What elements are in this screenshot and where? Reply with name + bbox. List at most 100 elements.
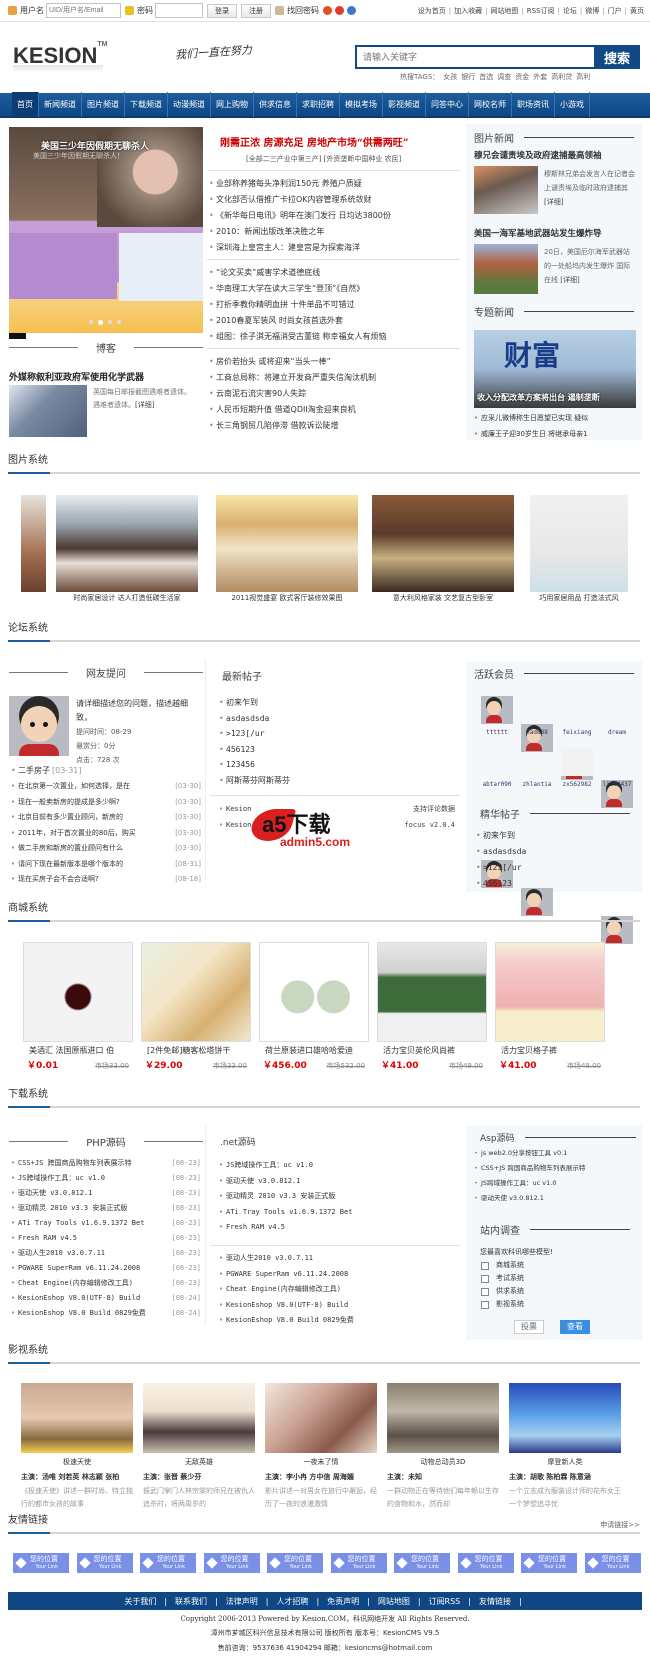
apply-link[interactable]: 申请链接>> (600, 1520, 640, 1530)
footer-link[interactable]: 订阅RSS (429, 1596, 461, 1607)
hot-tag[interactable]: 高利 (576, 72, 590, 82)
picture-caption[interactable]: 时尚家居设计 达人打造低碳生活家 (56, 593, 198, 603)
list-item[interactable]: 房价若抬头 或将迎来“当头一棒” (207, 354, 457, 370)
friend-link[interactable]: 您的位置 Your Link (267, 1553, 323, 1573)
slider-dot-active[interactable] (98, 320, 103, 325)
list-item[interactable]: 123456 (217, 757, 457, 773)
list-item-title[interactable]: 做二手房和新房的置业顾问有什么 (18, 844, 123, 852)
list-item-title[interactable]: 人民币短期升值 借道QDII淘金迎来良机 (216, 405, 356, 414)
friend-link[interactable]: 您的位置 Your Link (457, 1553, 514, 1573)
list-item-title[interactable]: Cheat Engine(内存编辑修改工具) (226, 1285, 341, 1293)
list-item[interactable]: 人民币短期升值 借道QDII淘金迎来良机 (207, 402, 457, 418)
list-item-title[interactable]: Kesion (226, 805, 251, 813)
list-item-title[interactable]: 驱动天使 v3.0.812.1 (226, 1177, 300, 1185)
list-item[interactable]: Cheat Engine(内存编辑修改工具) (217, 1282, 457, 1298)
shield-icon[interactable] (347, 6, 356, 15)
list-item-title[interactable]: 组图：徐子淇无福消受古董链 称幸福女人有烦恼 (216, 332, 387, 341)
product-image[interactable] (141, 942, 251, 1042)
nav-item[interactable]: 职场资讯 (512, 92, 555, 117)
hot-tag[interactable]: 调查 (497, 72, 511, 82)
list-item-title[interactable]: Cheat Engine(内存编辑修改工具) (18, 1279, 133, 1287)
member-name[interactable]: zhlantia (516, 781, 558, 788)
list-item[interactable]: 《新华每日电讯》明年在澳门发行 日均达3800份 (207, 208, 457, 224)
list-item[interactable]: KesionEshop V8.0(UTF-8) Build (217, 1298, 457, 1314)
survey-option[interactable]: 考试系统 (481, 1272, 524, 1285)
list-item[interactable]: asdasdsda (217, 711, 457, 727)
friend-link[interactable]: 您的位置 Your Link (76, 1553, 133, 1573)
list-item[interactable]: 华南理工大学在读大三学生“登顶”《自然》 (207, 281, 457, 297)
list-item-title[interactable]: >123[/ur (226, 729, 265, 738)
list-item-title[interactable]: 阿斯蒂芬阿斯蒂芬 (226, 776, 290, 785)
list-item[interactable]: 驱动天使 v3.0.812.1 (217, 1174, 457, 1190)
member-name[interactable]: tttttt (476, 729, 518, 736)
photo-news-image-1[interactable] (474, 166, 538, 214)
picture-thumb[interactable] (216, 495, 358, 592)
list-item-title[interactable]: 长三角钢贸几陷停滞 借款诉讼陡增 (216, 421, 339, 430)
list-item-title[interactable]: 华南理工大学在读大三学生“登顶”《自然》 (216, 284, 364, 293)
list-item-title[interactable]: 驱动精灵 2010 v3.3 安装正式版 (18, 1204, 127, 1212)
register-button[interactable]: 注册 (241, 3, 271, 18)
movie-poster[interactable] (509, 1383, 621, 1453)
picture-caption[interactable]: 2011视觉盛宴 欧式客厅装修效果图 (216, 593, 358, 603)
list-item[interactable]: 驱动精灵 2010 v3.3 安装正式版 (217, 1189, 457, 1205)
picture-caption[interactable]: 意大利风格家装 文艺复古型卧室 (372, 593, 514, 603)
list-item[interactable]: 长三角钢贸几陷停滞 借款诉讼陡增 (207, 418, 457, 434)
qq-icon[interactable] (323, 6, 332, 15)
member-avatar[interactable] (561, 748, 593, 776)
nav-item[interactable]: 供求信息 (254, 92, 297, 117)
photo-news-title-2[interactable]: 美国一海军基地武器站发生爆炸导 (474, 227, 602, 239)
list-item-title[interactable]: Fresh RAM v4.5 (226, 1223, 285, 1231)
list-item-title[interactable]: 456123 (483, 879, 512, 888)
list-item-title[interactable]: 《新华每日电讯》明年在澳门发行 日均达3800份 (216, 211, 391, 220)
list-item[interactable]: PGWARE SuperRam v6.11.24.2008 (217, 1267, 457, 1283)
list-item[interactable]: 初来乍到 (217, 695, 457, 711)
hot-tag[interactable]: 外套 (533, 72, 547, 82)
list-item[interactable]: js web2.0分享按钮工具 v0.1 (472, 1146, 637, 1161)
list-item[interactable]: 初来乍到 (474, 828, 634, 844)
nav-item[interactable]: 网上购物 (211, 92, 254, 117)
list-item[interactable]: 驱动天使 v3.0.812.1 (472, 1191, 637, 1206)
movie-poster[interactable] (21, 1383, 133, 1453)
movie-poster[interactable] (143, 1383, 255, 1453)
top-link[interactable]: 黄页 (630, 6, 644, 16)
list-item[interactable]: 云南泥石流灾害90人失踪 (207, 386, 457, 402)
top-headline-sub[interactable]: [全部二三产业中第三产] [外资垄断中国种业 农民] (246, 154, 401, 164)
photo-news-more-1[interactable]: [详细] (544, 198, 563, 206)
footer-link[interactable]: 免责声明 (327, 1596, 359, 1607)
list-item-title[interactable]: 驱动人生2010 v3.0.7.11 (18, 1249, 105, 1257)
product-card[interactable]: 美酒汇 法国原瓶进口 伯 ￥0.01 市场33.00 (23, 942, 133, 1071)
nav-item[interactable]: 首页 (12, 92, 39, 117)
list-item-title[interactable]: PGWARE SuperRam v6.11.24.2008 (18, 1264, 140, 1272)
product-name[interactable]: 活力宝贝英伦风尚裤 (377, 1045, 487, 1056)
checkbox[interactable] (481, 1261, 489, 1270)
list-item-title[interactable]: 2010春夏军装风 时尚女孩首选外套 (216, 316, 343, 325)
list-item[interactable]: 驱动人生2010 v3.0.7.11 [08-23] (9, 1246, 203, 1261)
list-item[interactable]: 应采儿微博称生日愿望已实现 疑似 (472, 410, 637, 426)
list-item-title[interactable]: KesionEshop V8.0(UTF-8) Build (18, 1294, 140, 1302)
list-item[interactable]: KesionEshop V8.0 Build 0829免费 [08-24] (9, 1306, 203, 1321)
list-item[interactable]: 打折季教你精明血拼 十件单品不可错过 (207, 297, 457, 313)
list-item[interactable]: JS跨域操作工具：uc v1.0 (472, 1176, 637, 1191)
list-item-title[interactable]: “论文买卖”威害学术道德底线 (216, 268, 320, 277)
survey-option[interactable]: 供求系统 (481, 1285, 524, 1298)
member-name[interactable]: dream (596, 729, 638, 736)
picture-thumb[interactable] (372, 495, 514, 592)
list-item[interactable]: asdasdsda (474, 844, 634, 860)
product-name[interactable]: 活力宝贝格子裤 (495, 1045, 605, 1056)
slider-dot[interactable] (117, 320, 121, 324)
list-item-title[interactable]: 请问下现在最新版本是哪个版本的 (18, 860, 123, 868)
list-item-title[interactable]: 现在买房子会不会合适啊? (18, 875, 99, 883)
movie-card[interactable]: 动物总动员3D 主演：未知 一群动物正在等待他们每年赖以生存的食物和水，然而却 (387, 1383, 499, 1511)
weibo-icon[interactable] (335, 6, 344, 15)
footer-link[interactable]: 法律声明 (226, 1596, 258, 1607)
list-item[interactable]: 现在一般卖新房的提成是多少啊? [03-30] (9, 795, 203, 811)
movie-title[interactable]: 动物总动员3D (387, 1457, 499, 1467)
list-item[interactable]: KesionEshop V8.0(UTF-8) Build [08-24] (9, 1291, 203, 1306)
list-item-title[interactable]: 初来乍到 (226, 698, 258, 707)
checkbox[interactable] (481, 1274, 489, 1283)
nav-item[interactable]: 下载频道 (125, 92, 168, 117)
list-item[interactable]: Cheat Engine(内存编辑修改工具) [08-23] (9, 1276, 203, 1291)
nav-item[interactable]: 模拟考场 (340, 92, 383, 117)
list-item-title[interactable]: 驱动天使 v3.0.812.1 (18, 1189, 92, 1197)
list-item-title[interactable]: 应采儿微博称生日愿望已实现 疑似 (481, 414, 588, 422)
